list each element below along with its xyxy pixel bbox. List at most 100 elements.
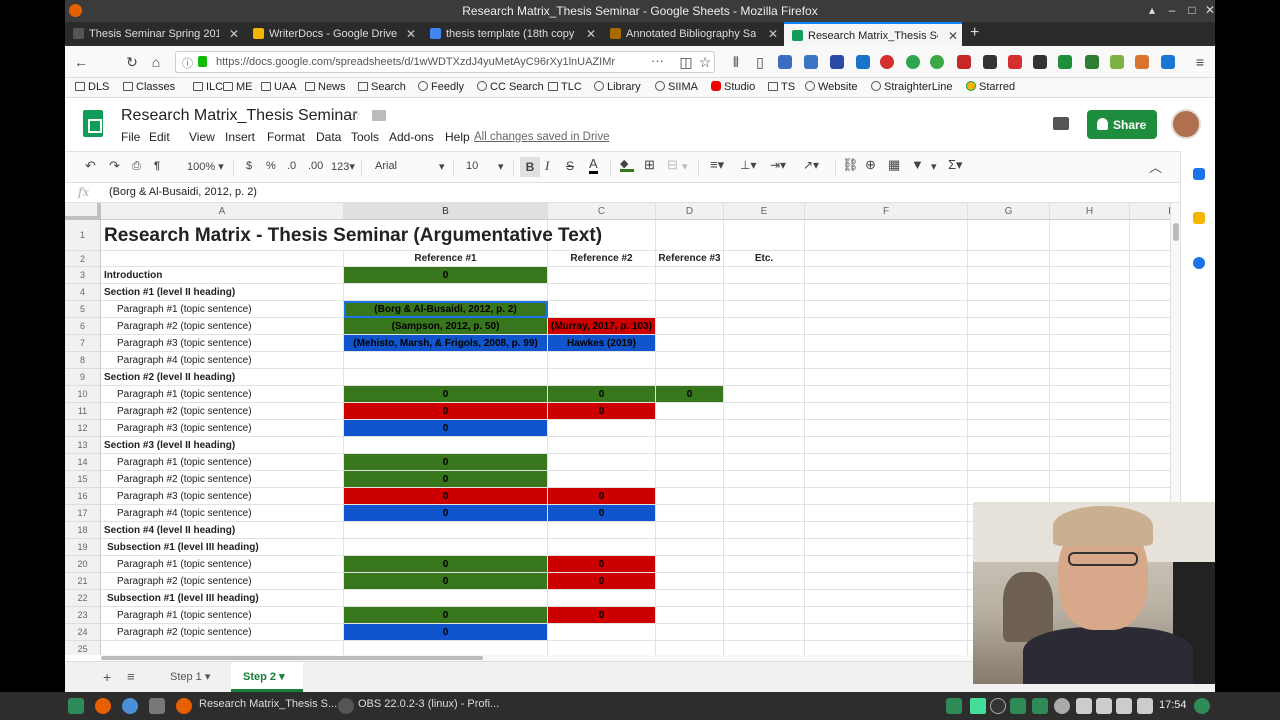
browser-tab-active[interactable]: Research Matrix_Thesis Se ✕	[784, 22, 962, 46]
font-size-select[interactable]: 10 ▾	[466, 160, 506, 173]
grid-cell[interactable]	[656, 624, 724, 641]
bookmark-ts[interactable]: TS	[768, 81, 795, 93]
grid-cell[interactable]	[724, 403, 805, 420]
grid-cell[interactable]	[1050, 301, 1130, 318]
row-header[interactable]: 18	[65, 522, 101, 539]
grid-cell[interactable]	[656, 352, 724, 369]
grid-cell[interactable]	[805, 607, 968, 624]
grid-cell[interactable]	[548, 624, 656, 641]
grid-cell[interactable]	[968, 454, 1050, 471]
bold-button[interactable]: B	[520, 157, 540, 177]
grid-cell[interactable]: (Borg & Al-Busaidi, 2012, p. 2)	[344, 301, 548, 318]
grid-cell[interactable]	[1130, 301, 1170, 318]
extension-icon[interactable]	[880, 55, 894, 69]
grid-cell[interactable]	[805, 318, 968, 335]
url-bar[interactable]: ⓘ https://docs.google.com/spreadsheets/d…	[175, 51, 715, 73]
zoom-select[interactable]: 100% ▾	[187, 160, 224, 173]
grid-cell[interactable]	[1130, 220, 1170, 251]
column-header-g[interactable]: G	[968, 203, 1050, 220]
extension-icon[interactable]	[1085, 55, 1099, 69]
grid-cell[interactable]	[805, 573, 968, 590]
grid-cell[interactable]: 0	[344, 386, 548, 403]
grid-cell[interactable]	[805, 220, 968, 251]
grid-cell[interactable]	[656, 301, 724, 318]
calendar-icon[interactable]	[1193, 168, 1205, 180]
volume-icon[interactable]	[1137, 698, 1153, 714]
extension-icon[interactable]	[1135, 55, 1149, 69]
grid-cell[interactable]: 0	[344, 488, 548, 505]
grid-cell[interactable]	[1130, 454, 1170, 471]
bookmark-tlc[interactable]: TLC	[548, 81, 582, 93]
row-header[interactable]: 6	[65, 318, 101, 335]
tray-icon[interactable]	[1054, 698, 1070, 714]
functions-button[interactable]: Σ▾	[948, 157, 963, 173]
grid-cell[interactable]	[805, 488, 968, 505]
grid-cell[interactable]: 0	[656, 386, 724, 403]
comments-icon[interactable]	[1053, 117, 1069, 130]
menu-insert[interactable]: Insert	[225, 130, 255, 144]
row-label-cell[interactable]: Section #2 (level II heading)	[101, 369, 344, 386]
bookmark-studio[interactable]: Studio	[711, 81, 755, 93]
row-header[interactable]: 9	[65, 369, 101, 386]
row-header[interactable]: 19	[65, 539, 101, 556]
grid-cell[interactable]	[805, 251, 968, 267]
grid-cell[interactable]: 0	[548, 403, 656, 420]
grid-cell[interactable]	[1050, 369, 1130, 386]
increase-decimal-button[interactable]: .00	[308, 160, 323, 172]
extension-icon[interactable]	[856, 55, 870, 69]
tray-icon[interactable]	[1096, 698, 1112, 714]
row-header[interactable]: 11	[65, 403, 101, 420]
grid-cell[interactable]	[548, 471, 656, 488]
home-icon[interactable]: ⌂	[147, 53, 165, 71]
grid-cell[interactable]	[968, 352, 1050, 369]
grid-cell[interactable]: 0	[344, 267, 548, 284]
row-label-cell[interactable]: Paragraph #3 (topic sentence)	[101, 420, 344, 437]
info-icon[interactable]: ⓘ	[182, 55, 193, 71]
grid-cell[interactable]	[1050, 352, 1130, 369]
tab-close-icon[interactable]: ✕	[229, 27, 239, 41]
row-header[interactable]: 7	[65, 335, 101, 352]
grid-cell[interactable]	[548, 420, 656, 437]
grid-cell[interactable]: (Murray, 2017, p. 103)	[548, 318, 656, 335]
grid-cell[interactable]	[548, 454, 656, 471]
power-icon[interactable]	[1194, 698, 1210, 714]
grid-cell[interactable]: 0	[344, 505, 548, 522]
clock[interactable]: 17:54	[1159, 699, 1187, 711]
grid-cell[interactable]	[344, 437, 548, 454]
row-label-cell[interactable]: Paragraph #1 (topic sentence)	[101, 301, 344, 318]
shield-icon[interactable]	[1116, 698, 1132, 714]
maximize-icon[interactable]: □	[1185, 3, 1199, 17]
grid-cell[interactable]: 0	[548, 556, 656, 573]
grid-cell[interactable]	[656, 607, 724, 624]
bookmark-me[interactable]: ME	[223, 81, 253, 93]
undo-icon[interactable]: ↶	[85, 158, 96, 174]
grid-cell[interactable]	[805, 420, 968, 437]
grid-cell[interactable]	[344, 641, 548, 655]
window-menu-icon[interactable]: ▴	[1145, 3, 1159, 17]
select-all-corner[interactable]	[65, 203, 101, 220]
grid-cell[interactable]	[805, 335, 968, 352]
grid-cell[interactable]	[805, 641, 968, 655]
grid-cell[interactable]	[656, 590, 724, 607]
row-label-cell[interactable]: Paragraph #4 (topic sentence)	[101, 352, 344, 369]
grid-cell[interactable]: 0	[344, 420, 548, 437]
browser-tab[interactable]: WriterDocs - Google Drive ✕	[245, 22, 420, 46]
grid-cell[interactable]	[724, 301, 805, 318]
tab-close-icon[interactable]: ✕	[948, 29, 958, 43]
fill-color-icon[interactable]: ◆	[620, 157, 634, 172]
grid-cell[interactable]	[1130, 267, 1170, 284]
grid-cell[interactable]	[344, 539, 548, 556]
grid-cell[interactable]	[968, 386, 1050, 403]
menu-icon[interactable]: ≡	[1191, 53, 1209, 71]
extension-icon[interactable]	[778, 55, 792, 69]
sheets-logo-icon[interactable]	[83, 110, 103, 137]
chevron-down-icon[interactable]: ▾	[931, 160, 937, 173]
bookmark-classes[interactable]: Classes	[123, 81, 175, 93]
grid-cell[interactable]	[724, 641, 805, 655]
link-icon[interactable]: ⛓	[842, 157, 859, 173]
grid-cell[interactable]: 0	[344, 403, 548, 420]
bookmark-uaa[interactable]: UAA	[261, 81, 297, 93]
grid-cell[interactable]: 0	[548, 488, 656, 505]
grid-cell[interactable]: 0	[548, 573, 656, 590]
grid-cell[interactable]	[656, 403, 724, 420]
